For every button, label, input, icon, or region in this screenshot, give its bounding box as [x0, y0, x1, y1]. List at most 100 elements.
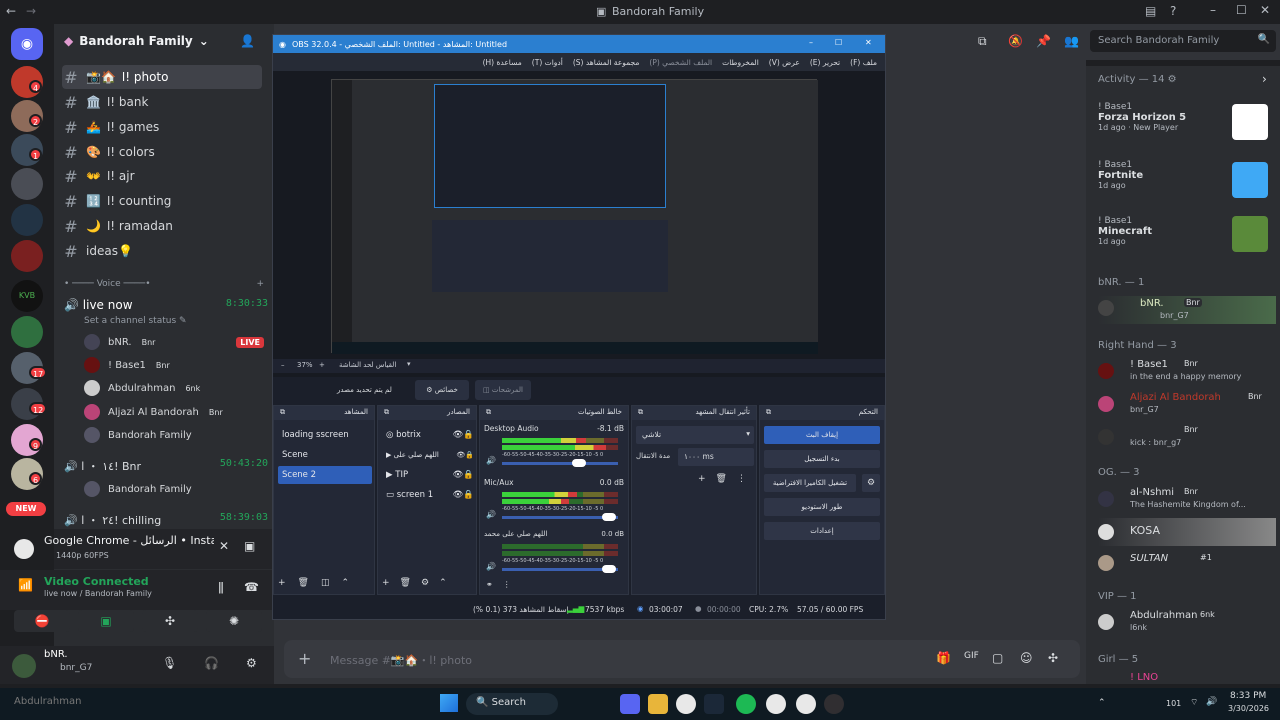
server-icon[interactable] [11, 316, 43, 348]
channel-games[interactable]: # 🚣 ا! games [62, 115, 262, 139]
up-arrow-icon[interactable]: ⌃ [342, 578, 350, 588]
gif-icon[interactable]: GIF [964, 651, 979, 661]
member-row[interactable]: Bnr kick : bnr_g7 [1098, 425, 1276, 451]
voice-user[interactable]: Bandorah Family [84, 479, 264, 499]
up-arrow-icon[interactable]: ⌃ [439, 578, 447, 588]
slider-handle[interactable] [602, 513, 616, 521]
voice-user[interactable]: Bandorah Family [84, 425, 264, 445]
scene-item[interactable]: Scene [278, 446, 372, 464]
add-icon[interactable]: + [278, 578, 286, 588]
channel-status-link[interactable]: Set a channel status ✎ [84, 316, 187, 326]
obs-icon[interactable] [824, 694, 844, 714]
lock-icon[interactable]: 🔒 [463, 490, 474, 500]
lock-icon[interactable]: 🔒 [463, 430, 474, 440]
menu-edit[interactable]: تحرير (E) [810, 58, 840, 67]
chrome-icon[interactable] [796, 694, 816, 714]
gear-icon[interactable]: ⚙ [421, 578, 429, 588]
studio-mode-button[interactable]: طور الاستوديو [764, 498, 880, 516]
filter-icon[interactable]: ◫ [321, 578, 330, 588]
more-icon[interactable]: ⋮ [737, 474, 746, 484]
screen-share-button[interactable]: ▣ [78, 610, 134, 632]
zoom-in-button[interactable]: + [319, 361, 325, 369]
message-input[interactable]: + Message #📸🏠・ا! photo 🎁 GIF ▢ ☺ ✣ [284, 640, 1080, 678]
voice-user[interactable]: Aljazi Al Bandorah Bnr [84, 402, 264, 422]
member-row[interactable]: KOSA [1098, 518, 1276, 546]
volume-slider[interactable] [502, 513, 618, 521]
activities-button[interactable]: ✣ [142, 610, 198, 632]
voice-channel-chilling[interactable]: 🔊 ٢٤ ・ ا! chilling 58:39:03 [64, 512, 268, 528]
chrome-icon[interactable] [766, 694, 786, 714]
headphones-icon[interactable]: 🎧 [204, 656, 219, 670]
camera-off-button[interactable]: ⛔ [14, 610, 70, 632]
gift-icon[interactable]: 🎁 [936, 651, 951, 665]
slider-handle[interactable] [602, 565, 616, 573]
menu-tools[interactable]: أدوات (T) [532, 58, 563, 67]
member-row[interactable]: al-Nshmi Bnr The Hashemite Kingdom of... [1098, 487, 1276, 511]
settings-button[interactable]: إعدادات [764, 522, 880, 540]
search-input[interactable]: Search Bandorah Family 🔍 [1090, 30, 1276, 52]
source-item[interactable]: ▶ اللهم صلي على 👁 🔒 [382, 446, 474, 464]
slider-handle[interactable] [572, 459, 586, 467]
virtual-camera-button[interactable]: تشغيل الكاميرا الافتراضية [764, 474, 856, 492]
dock-float-icon[interactable]: ⧉ [280, 408, 285, 418]
close-button[interactable]: ✕ [865, 38, 872, 47]
link-icon[interactable]: ⚭ [486, 580, 493, 589]
sticker-icon[interactable]: ▢ [992, 651, 1003, 665]
channel-ideas[interactable]: # ideas💡 [62, 239, 262, 263]
clock-date[interactable]: 3/30/2026 [1228, 704, 1269, 713]
scene-item[interactable]: loading sscreen [278, 426, 372, 444]
activity-card[interactable]: Google Chrome - الرسائل • Instag... 1440… [14, 529, 274, 569]
popout-icon[interactable]: ▣ [244, 539, 255, 553]
start-recording-button[interactable]: بدء التسجيل [764, 450, 880, 468]
pin-icon[interactable]: 📌 [1036, 34, 1051, 48]
explorer-icon[interactable] [648, 694, 668, 714]
channel-photo[interactable]: # 📸🏠 ا! photo [62, 65, 262, 89]
avatar[interactable] [12, 654, 36, 678]
inbox-icon[interactable]: ▤ [1145, 4, 1156, 18]
add-member-icon[interactable]: 👤 [240, 34, 255, 48]
properties-button[interactable]: ⚙ خصائص [415, 380, 469, 400]
gear-icon[interactable]: ⚙ [246, 656, 257, 670]
member-row[interactable]: Aljazi Al Bandorah Bnr bnr_G7 [1098, 392, 1276, 418]
channel-ramadan[interactable]: # 🌙 ا! ramadan [62, 214, 262, 238]
member-row[interactable]: SULTAN #1 [1098, 551, 1276, 575]
member-row[interactable]: ! LNO [1098, 672, 1276, 684]
obs-preview[interactable]: – 37% + القياس لحد الشاشة ▾ لم يتم تحديد… [273, 71, 885, 405]
emoji-icon[interactable]: ☺ [1020, 651, 1033, 665]
help-icon[interactable]: ? [1170, 4, 1176, 18]
wifi-icon[interactable]: ⌔ [1190, 697, 1198, 708]
volume-icon[interactable]: 🔊 [486, 456, 496, 465]
menu-view[interactable]: عرض (V) [769, 58, 800, 67]
voice-category[interactable]: • ──── Voice ────• + [64, 279, 264, 289]
maximize-button[interactable]: ☐ [1236, 3, 1247, 17]
chevron-up-icon[interactable]: ⌃ [1098, 698, 1106, 708]
scene-item-selected[interactable]: Scene 2 [278, 466, 372, 484]
source-item[interactable]: ▶ TIP 👁 🔒 [382, 466, 474, 484]
microphone-icon[interactable]: 🎙 [162, 656, 177, 670]
activity-header[interactable]: Activity — 14 ⚙ [1098, 74, 1177, 85]
dock-float-icon[interactable]: ⧉ [486, 408, 491, 418]
volume-icon[interactable]: 🔊 [486, 510, 496, 519]
source-item[interactable]: ◎ botrix 👁 🔒 [382, 426, 474, 444]
filters-button[interactable]: ◫ المرشحات [475, 380, 531, 400]
lock-icon[interactable]: 🔒 [465, 451, 474, 459]
minimize-button[interactable]: – [809, 38, 813, 47]
member-row[interactable]: bNR. Bnr bnr_G7 [1098, 296, 1276, 324]
server-icon[interactable] [11, 204, 43, 236]
volume-icon[interactable]: 🔊 [486, 562, 496, 571]
steam-icon[interactable] [704, 694, 724, 714]
taskbar-search[interactable]: 🔍 Search [466, 693, 558, 715]
apps-icon[interactable]: ✣ [1048, 651, 1058, 665]
channel-bank[interactable]: # 🏛️ ا! bank [62, 90, 262, 114]
members-icon[interactable]: 👥 [1064, 34, 1079, 48]
duration-input[interactable]: ١٠٠٠ ms [678, 448, 754, 466]
trash-icon[interactable]: 🗑 [716, 474, 727, 484]
lock-icon[interactable]: 🔒 [463, 470, 474, 480]
clock-time[interactable]: 8:33 PM [1230, 691, 1266, 701]
minimize-button[interactable]: – [1210, 3, 1216, 17]
disconnect-icon[interactable]: ☎ [244, 580, 259, 594]
voice-channel-live-now[interactable]: 🔊 live now 8:30:33 [64, 298, 268, 312]
dock-float-icon[interactable]: ⧉ [638, 408, 643, 418]
member-row[interactable]: ! Base1 Bnr in the end a happy memory [1098, 359, 1276, 385]
close-icon[interactable]: ✕ [219, 539, 229, 553]
